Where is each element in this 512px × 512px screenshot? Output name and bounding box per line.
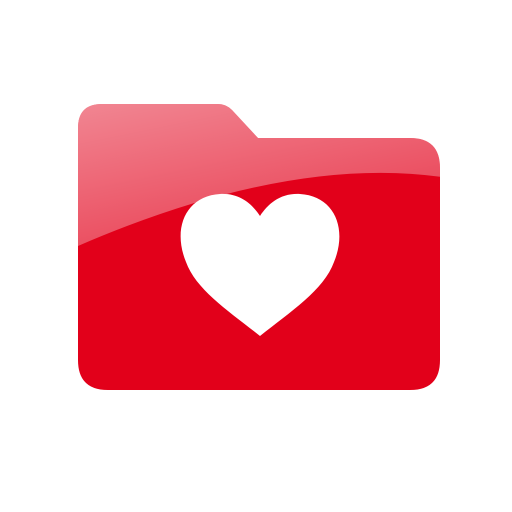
folder-heart-icon <box>0 0 512 512</box>
